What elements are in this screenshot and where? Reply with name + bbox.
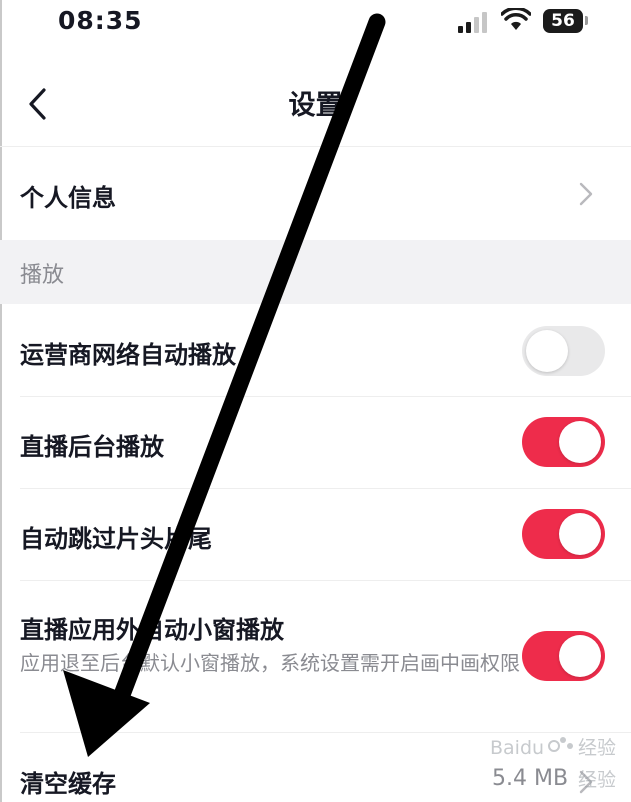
- toggle-live-background[interactable]: [522, 417, 605, 467]
- page-title: 设置: [288, 90, 343, 121]
- section-header-playback: 播放: [0, 240, 631, 304]
- toggle-knob: [559, 635, 601, 677]
- toggle-carrier-autoplay[interactable]: [522, 326, 605, 376]
- battery-cap: [585, 16, 588, 25]
- section-label-playback: 播放: [20, 263, 65, 288]
- row-label-live-background: 直播后台播放: [20, 433, 164, 461]
- toggle-live-pip[interactable]: [522, 631, 605, 681]
- wifi-icon: [501, 8, 531, 30]
- status-bar: 08:35 56: [0, 0, 631, 48]
- status-time: 08:35: [58, 6, 143, 35]
- row-label-clear-cache: 清空缓存: [20, 770, 116, 798]
- toggle-knob: [559, 421, 601, 463]
- toggle-skip-intro[interactable]: [522, 509, 605, 559]
- settings-screen: 08:35 56 设置 个人信息 播放 运营商网络自动播放 直播后台播放 自动跳…: [0, 0, 631, 802]
- toggle-knob: [559, 513, 601, 555]
- nav-bar: 设置: [0, 60, 631, 147]
- watermark-text-top: 经验: [578, 737, 616, 759]
- row-description-live-pip: 应用退至后台默认小窗播放，系统设置需开启画中画权限: [20, 651, 520, 675]
- row-label-carrier-autoplay: 运营商网络自动播放: [20, 341, 236, 369]
- row-label-personal-info: 个人信息: [20, 184, 116, 212]
- settings-row-carrier-autoplay: 运营商网络自动播放: [0, 304, 631, 396]
- settings-row-live-pip: 直播应用外自动小窗播放 应用退至后台默认小窗播放，系统设置需开启画中画权限: [0, 580, 631, 732]
- row-label-skip-intro: 自动跳过片头片尾: [20, 525, 212, 553]
- watermark-brand: Baidu: [490, 737, 544, 759]
- battery-icon: 56: [543, 9, 583, 33]
- baidu-watermark-logo: Baidu 经验 经验: [490, 737, 616, 791]
- settings-row-personal-info[interactable]: 个人信息: [0, 148, 631, 240]
- battery-level: 56: [551, 11, 575, 31]
- settings-row-skip-intro: 自动跳过片头片尾: [0, 488, 631, 580]
- toggle-knob: [526, 330, 568, 372]
- settings-row-live-background: 直播后台播放: [0, 396, 631, 488]
- row-label-live-pip: 直播应用外自动小窗播放: [20, 616, 284, 644]
- watermark-text-bottom: 经验: [578, 769, 616, 791]
- signal-icon: [458, 12, 487, 33]
- chevron-right-icon: [579, 182, 593, 206]
